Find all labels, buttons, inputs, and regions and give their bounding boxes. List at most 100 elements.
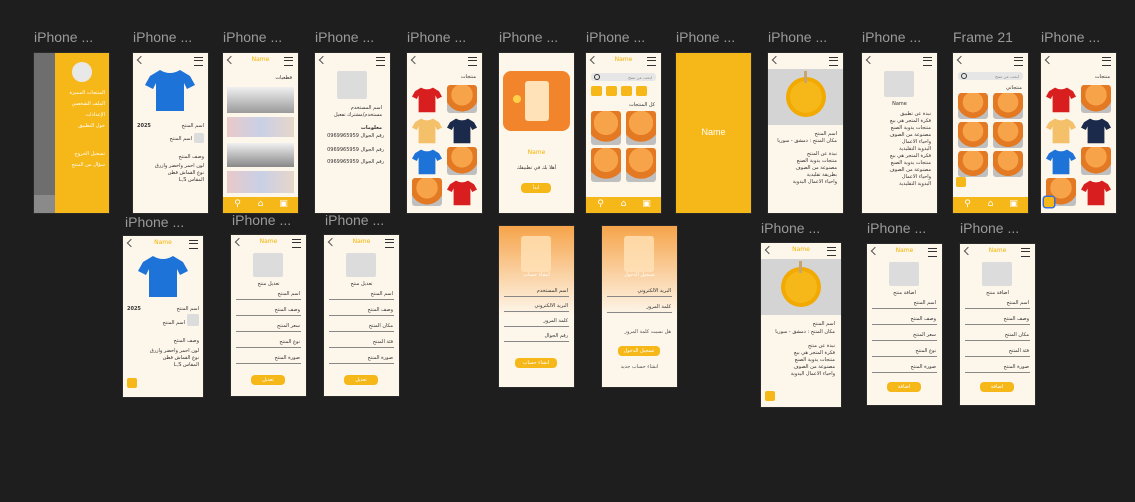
frame-toy-detail-2[interactable]: Name اسم المنتج مكان المنتج : دمشق - سور… xyxy=(761,243,841,407)
home-icon[interactable]: ⌂ xyxy=(256,200,265,209)
menu-icon[interactable] xyxy=(827,247,836,256)
filter-chip-1[interactable] xyxy=(591,86,602,96)
product-card[interactable] xyxy=(1081,116,1111,144)
menu-icon[interactable] xyxy=(928,248,937,257)
product-card[interactable] xyxy=(1046,116,1076,144)
frame-product-detail[interactable]: 2025 اسم المنتج اسم المنتج وصف المنتج لو… xyxy=(133,53,208,213)
product-card[interactable] xyxy=(1046,85,1076,113)
menu-icon[interactable] xyxy=(385,239,394,248)
frame-edit-product-2[interactable]: Name تعديل منتج اسم المنتج وصف المنتج مكان… xyxy=(324,235,399,396)
product-card[interactable] xyxy=(591,148,621,182)
form-field-input[interactable] xyxy=(872,340,937,341)
product-photo[interactable] xyxy=(346,253,376,277)
product-card[interactable] xyxy=(447,116,477,144)
form-field-input[interactable] xyxy=(236,299,301,300)
edit-button[interactable]: تعديل xyxy=(344,375,378,385)
filter-chip-3[interactable] xyxy=(621,86,632,96)
frame-label-5[interactable]: iPhone ... xyxy=(407,29,466,45)
form-field-input[interactable] xyxy=(965,372,1030,373)
back-icon[interactable] xyxy=(865,55,875,65)
form-field-input[interactable] xyxy=(329,315,394,316)
form-field-input[interactable] xyxy=(504,326,569,327)
user-icon[interactable]: ⚲ xyxy=(233,200,242,209)
frame-categories[interactable]: Name قطعيات ⚲ ⌂ ▣ xyxy=(223,53,298,213)
frame-toy-detail[interactable]: اسم المنتج مكان المنتج : دمشق - سوريا نب… xyxy=(768,53,843,213)
filter-chip-4[interactable] xyxy=(636,86,647,96)
home-icon[interactable]: ⌂ xyxy=(619,200,628,209)
menu-item-4[interactable]: حول التطبيق xyxy=(78,123,105,129)
frame-register[interactable]: انشاء حساب اسم المستخدم البريد الالكتروني… xyxy=(499,226,574,387)
edit-fab[interactable] xyxy=(765,391,775,401)
frame-label-10[interactable]: iPhone ... xyxy=(862,29,921,45)
form-field-input[interactable] xyxy=(607,296,672,297)
forgot-password-link[interactable]: هل نسيت كلمة المرور xyxy=(625,329,671,335)
menu-item-5[interactable]: تسجيل الخروج xyxy=(74,151,105,157)
product-photo[interactable] xyxy=(253,253,283,277)
frame-label-7[interactable]: iPhone ... xyxy=(586,29,645,45)
menu-icon[interactable] xyxy=(284,57,293,66)
cart-icon[interactable]: ▣ xyxy=(279,200,288,209)
cart-icon[interactable]: ▣ xyxy=(642,200,651,209)
back-icon[interactable] xyxy=(771,55,781,65)
frame-21[interactable]: ابحث عن منتج منتجاتي ⚲ ⌂ ▣ xyxy=(953,53,1028,213)
category-image-4[interactable] xyxy=(227,171,294,193)
form-field-input[interactable] xyxy=(329,363,394,364)
frame-label-18[interactable]: iPhone ... xyxy=(960,220,1019,236)
form-field-input[interactable] xyxy=(329,299,394,300)
form-field-input[interactable] xyxy=(607,312,672,313)
menu-icon[interactable] xyxy=(829,57,838,66)
frame-login[interactable]: تسجيل الدخول البريد الالكتروني كلمة المرو… xyxy=(602,226,677,387)
product-photo[interactable] xyxy=(982,262,1012,286)
back-icon[interactable] xyxy=(956,55,966,65)
frame-profile[interactable]: اسم المستخدم مستخدم/مشترك تفعيل معلومات … xyxy=(315,53,390,213)
menu-icon[interactable] xyxy=(923,57,932,66)
frame-label-4[interactable]: iPhone ... xyxy=(315,29,374,45)
product-card[interactable] xyxy=(412,116,442,144)
form-field-input[interactable] xyxy=(872,308,937,309)
menu-icon[interactable] xyxy=(468,57,477,66)
search-bar[interactable]: ابحث عن منتج xyxy=(591,73,656,81)
form-field-input[interactable] xyxy=(504,311,569,312)
user-icon[interactable]: ⚲ xyxy=(963,200,972,209)
category-image-2[interactable] xyxy=(227,117,294,137)
menu-icon[interactable] xyxy=(292,239,301,248)
frame-product-grid[interactable]: منتجات xyxy=(407,53,482,213)
frame-label-8[interactable]: iPhone ... xyxy=(676,29,735,45)
frame-label-14[interactable]: iPhone ... xyxy=(232,212,291,228)
frame-add-product-2[interactable]: Name اضافة منتج اسم المنتج وصف المنتج مكان… xyxy=(960,244,1035,405)
back-icon[interactable] xyxy=(318,55,328,65)
menu-icon[interactable] xyxy=(1102,57,1111,66)
frame-label-17[interactable]: iPhone ... xyxy=(867,220,926,236)
frame-label-15[interactable]: iPhone ... xyxy=(325,212,384,228)
menu-icon[interactable] xyxy=(647,57,656,66)
frame-label-12[interactable]: iPhone ... xyxy=(1041,29,1100,45)
frame-label-2[interactable]: iPhone ... xyxy=(133,29,192,45)
menu-item-2[interactable]: الملف الشخصي xyxy=(72,101,105,107)
product-card[interactable] xyxy=(1081,147,1111,175)
form-field-input[interactable] xyxy=(872,324,937,325)
create-account-link[interactable]: انشاء حساب جديد xyxy=(602,364,677,370)
form-field-input[interactable] xyxy=(504,296,569,297)
form-field-input[interactable] xyxy=(236,331,301,332)
frame-label-16[interactable]: iPhone ... xyxy=(761,220,820,236)
cart-icon[interactable]: ▣ xyxy=(1009,200,1018,209)
form-field-input[interactable] xyxy=(236,347,301,348)
back-icon[interactable] xyxy=(1044,55,1054,65)
user-icon[interactable]: ⚲ xyxy=(596,200,605,209)
product-card[interactable] xyxy=(412,178,442,206)
product-card[interactable] xyxy=(1081,178,1111,206)
add-button[interactable]: اضافة xyxy=(980,382,1014,392)
menu-icon[interactable] xyxy=(189,240,198,249)
product-card[interactable] xyxy=(626,148,656,182)
form-field-input[interactable] xyxy=(504,341,569,342)
product-card[interactable] xyxy=(447,147,477,175)
edit-button[interactable]: تعديل xyxy=(251,375,285,385)
category-image-3[interactable] xyxy=(227,143,294,167)
menu-item-1[interactable]: المنتجات المميزة xyxy=(70,90,105,96)
form-field-input[interactable] xyxy=(965,308,1030,309)
back-icon[interactable] xyxy=(410,55,420,65)
frame-label-13[interactable]: iPhone ... xyxy=(125,214,184,230)
menu-icon[interactable] xyxy=(194,57,203,66)
add-button[interactable]: اضافة xyxy=(887,382,921,392)
product-card[interactable] xyxy=(958,93,988,119)
